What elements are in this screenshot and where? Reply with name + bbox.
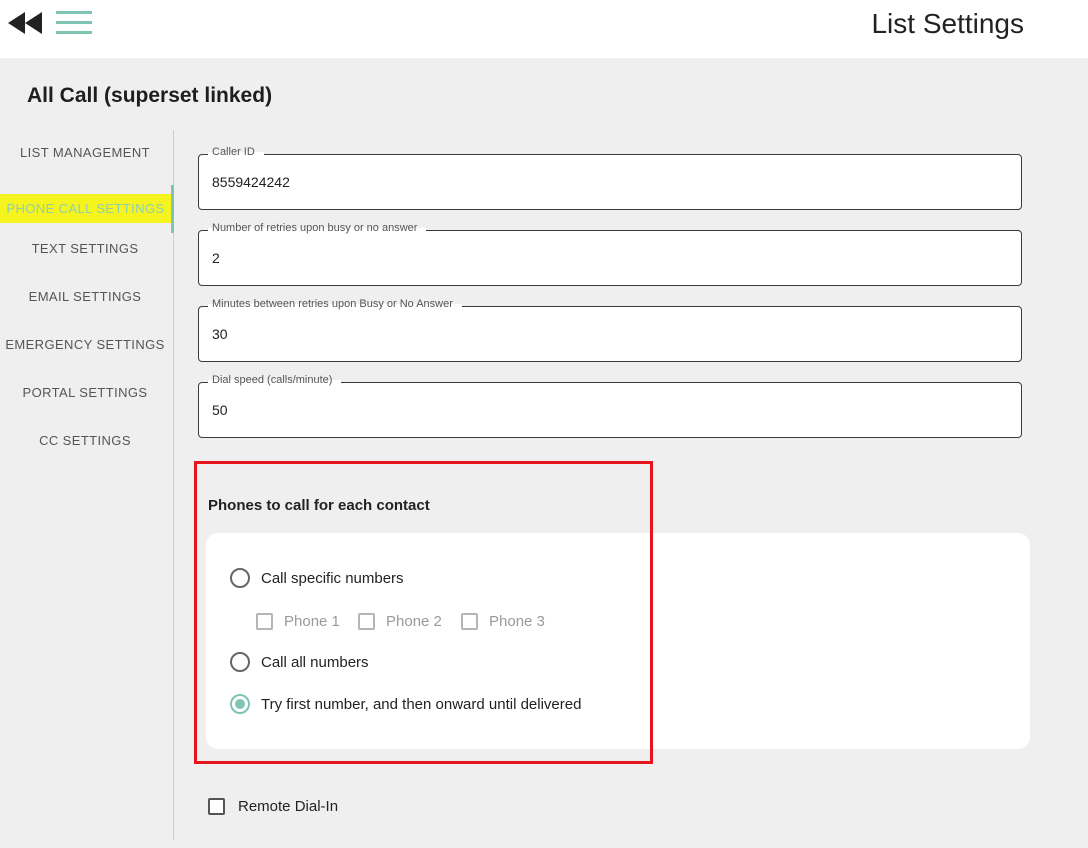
sidebar-item-label: LIST MANAGEMENT: [19, 145, 150, 160]
retries-input[interactable]: 2: [212, 250, 992, 266]
sidebar-item-label: PHONE CALL SETTINGS: [0, 194, 171, 223]
phones-to-call-heading: Phones to call for each contact: [208, 497, 430, 514]
radio-button[interactable]: [230, 568, 250, 588]
retry-minutes-field[interactable]: Minutes between retries upon Busy or No …: [198, 298, 1022, 362]
dial-speed-input[interactable]: 50: [212, 402, 992, 418]
checkbox-label: Phone 2: [386, 612, 442, 630]
checkbox-phone-2[interactable]: Phone 2: [358, 611, 442, 631]
page-title: List Settings: [871, 8, 1024, 39]
checkbox[interactable]: [358, 612, 375, 630]
radio-button[interactable]: [230, 652, 250, 672]
retries-label: Number of retries upon busy or no answer: [208, 222, 427, 234]
checkbox-label: Phone 1: [284, 612, 340, 630]
list-name: All Call (superset linked): [27, 84, 273, 107]
sidebar-item-emergency-settings[interactable]: EMERGENCY SETTINGS: [0, 329, 170, 361]
sidebar-item-label: EMAIL SETTINGS: [28, 289, 142, 304]
radio-label: Call all numbers: [261, 653, 369, 671]
caller-id-label: Caller ID: [208, 146, 264, 158]
checkbox[interactable]: [461, 612, 478, 630]
retry-minutes-label: Minutes between retries upon Busy or No …: [208, 298, 462, 310]
hamburger-menu-icon[interactable]: [55, 10, 93, 36]
radio-call-specific-numbers[interactable]: Call specific numbers: [230, 567, 404, 589]
radio-try-first-number[interactable]: Try first number, and then onward until …: [230, 693, 581, 715]
radio-button-selected[interactable]: [230, 694, 250, 714]
sidebar-item-label: EMERGENCY SETTINGS: [5, 337, 165, 352]
sidebar-item-list-management[interactable]: LIST MANAGEMENT: [0, 137, 170, 169]
sidebar-item-cc-settings[interactable]: CC SETTINGS: [0, 425, 170, 457]
retry-minutes-input[interactable]: 30: [212, 326, 992, 342]
checkbox-phone-3[interactable]: Phone 3: [461, 611, 545, 631]
double-chevron-left-icon[interactable]: [6, 10, 44, 36]
radio-call-all-numbers[interactable]: Call all numbers: [230, 651, 369, 673]
checkbox-label: Remote Dial-In: [238, 797, 339, 815]
sidebar-item-phone-call-settings[interactable]: PHONE CALL SETTINGS: [0, 185, 174, 233]
dial-speed-label: Dial speed (calls/minute): [208, 374, 342, 386]
checkbox[interactable]: [256, 612, 273, 630]
radio-label: Call specific numbers: [261, 569, 404, 587]
sidebar-item-label: TEXT SETTINGS: [31, 241, 139, 256]
retries-field[interactable]: Number of retries upon busy or no answer…: [198, 222, 1022, 286]
checkbox-phone-1[interactable]: Phone 1: [256, 611, 340, 631]
caller-id-input[interactable]: 8559424242: [212, 174, 992, 190]
dial-speed-field[interactable]: Dial speed (calls/minute) 50: [198, 374, 1022, 438]
settings-sidebar: LIST MANAGEMENT PHONE CALL SETTINGS TEXT…: [0, 130, 174, 840]
sidebar-item-email-settings[interactable]: EMAIL SETTINGS: [0, 281, 170, 313]
top-bar: List Settings: [0, 0, 1088, 58]
sidebar-item-portal-settings[interactable]: PORTAL SETTINGS: [0, 377, 170, 409]
checkbox-label: Phone 3: [489, 612, 545, 630]
sidebar-item-label: PORTAL SETTINGS: [22, 385, 148, 400]
checkbox[interactable]: [208, 797, 225, 815]
phones-options-card: [206, 533, 1030, 749]
remote-dial-in-checkbox[interactable]: Remote Dial-In: [208, 796, 338, 816]
sidebar-item-label: CC SETTINGS: [39, 433, 131, 448]
radio-label: Try first number, and then onward until …: [261, 695, 582, 713]
sidebar-item-text-settings[interactable]: TEXT SETTINGS: [0, 233, 170, 265]
caller-id-field[interactable]: Caller ID 8559424242: [198, 146, 1022, 210]
